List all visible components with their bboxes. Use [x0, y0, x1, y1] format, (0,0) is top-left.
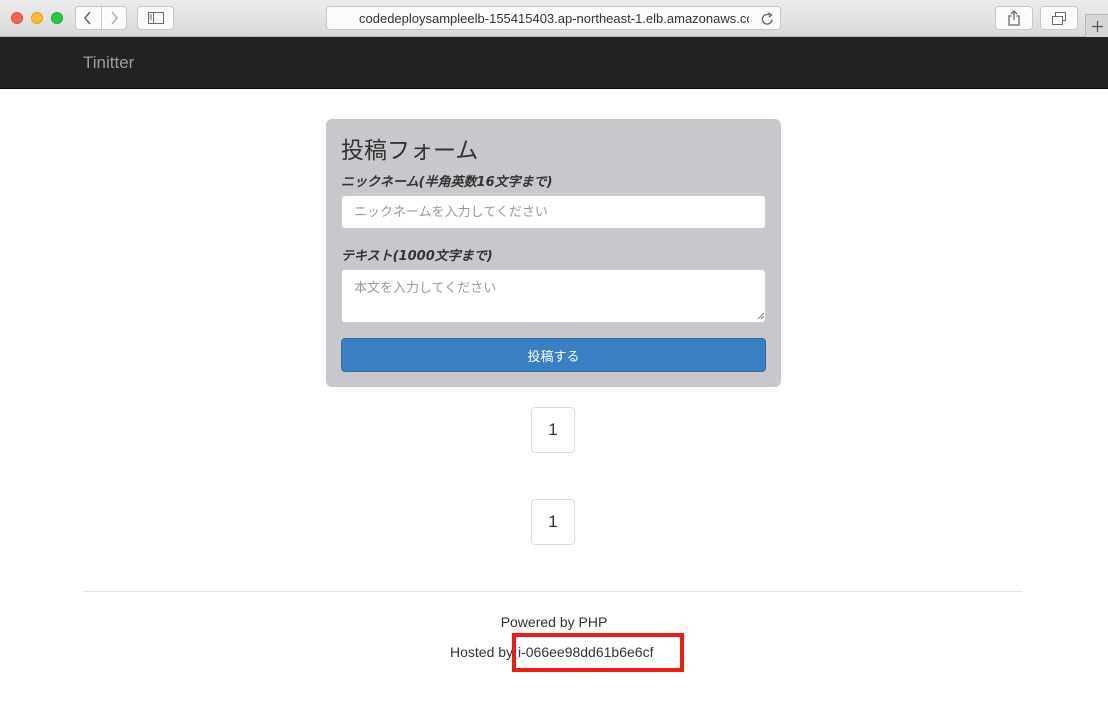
close-window-button[interactable]: [11, 12, 23, 24]
text-input[interactable]: [341, 269, 766, 323]
share-button[interactable]: [995, 6, 1033, 30]
maximize-window-button[interactable]: [51, 12, 63, 24]
new-tab-button[interactable]: [1085, 14, 1108, 37]
chevron-right-icon: [111, 11, 118, 25]
form-title: 投稿フォーム: [341, 138, 479, 164]
forward-button[interactable]: [100, 7, 127, 29]
pagination-page-bottom[interactable]: 1: [531, 499, 575, 545]
nickname-label: ニックネーム(半角英数16文字まで): [341, 175, 553, 190]
tabs-icon: [1052, 11, 1066, 25]
history-nav-group: [75, 6, 127, 30]
share-icon: [1008, 10, 1020, 26]
sidebar-icon: [147, 12, 164, 24]
submit-post-button[interactable]: 投稿する: [341, 338, 766, 372]
back-button[interactable]: [76, 7, 101, 29]
post-form-panel: 投稿フォーム ニックネーム(半角英数16文字まで) テキスト(1000文字まで)…: [326, 119, 781, 387]
address-bar[interactable]: codedeploysampleelb-155415403.ap-northea…: [326, 6, 781, 30]
hosted-by-label: Hosted by: [450, 644, 514, 660]
show-tabs-button[interactable]: [1040, 6, 1078, 30]
annotation-highlight-box: [512, 633, 684, 672]
text-label: テキスト(1000文字まで): [341, 249, 493, 264]
powered-by-text: Powered by PHP: [500, 614, 608, 630]
footer-divider: [83, 591, 1022, 592]
brand-link[interactable]: Tinitter: [83, 53, 134, 73]
url-text: codedeploysampleelb-155415403.ap-northea…: [359, 11, 749, 26]
plus-icon: [1091, 20, 1103, 32]
minimize-window-button[interactable]: [31, 12, 43, 24]
site-navbar: Tinitter: [0, 37, 1108, 89]
browser-toolbar: codedeploysampleelb-155415403.ap-northea…: [0, 0, 1108, 37]
resize-grip-icon[interactable]: [756, 311, 765, 320]
pagination-page-top[interactable]: 1: [531, 407, 575, 453]
chevron-left-icon: [84, 11, 91, 25]
reload-icon: [761, 12, 773, 25]
reload-button[interactable]: [761, 11, 774, 30]
nickname-input[interactable]: [341, 195, 766, 229]
sidebar-toggle-button[interactable]: [137, 6, 174, 30]
